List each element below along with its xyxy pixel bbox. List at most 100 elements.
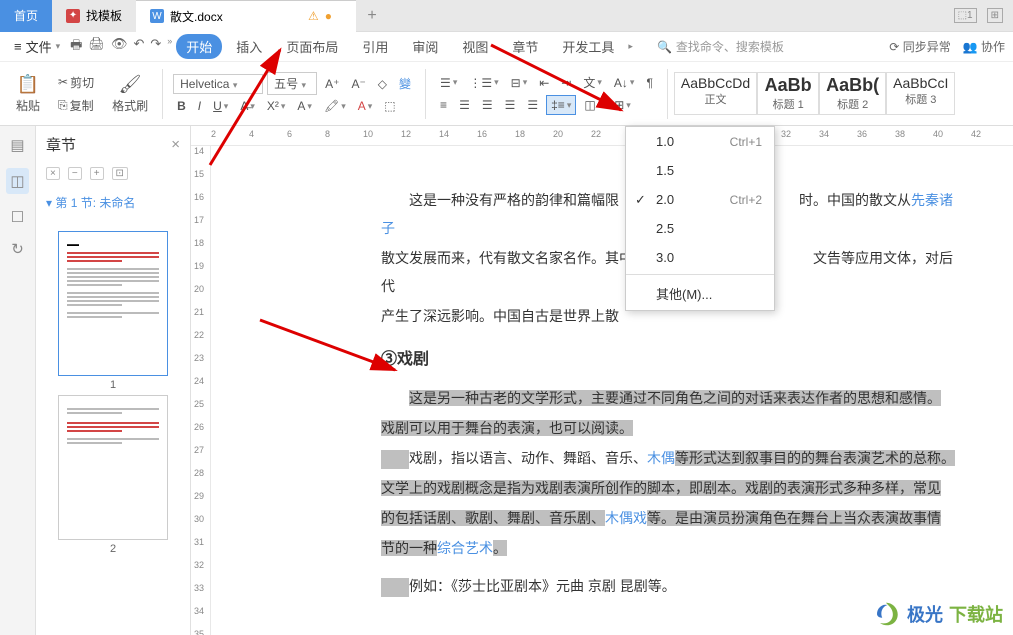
document-area: 24681012141618202224262830323436384042 1… bbox=[191, 126, 1013, 635]
outline-section-1[interactable]: ▾ 第 1 节: 未命名 bbox=[36, 184, 190, 221]
spacing-1-0[interactable]: 1.0Ctrl+1 bbox=[626, 127, 774, 156]
spacing-2-5[interactable]: 2.5 bbox=[626, 214, 774, 243]
phonetic-icon[interactable]: 變 bbox=[395, 73, 415, 94]
link-comprehensive-art[interactable]: 综合艺术 bbox=[437, 540, 493, 556]
undo-icon[interactable]: ↶ bbox=[133, 36, 144, 58]
font-selector[interactable]: Helvetica ▾ bbox=[173, 74, 263, 94]
align-right-icon[interactable]: ☰ bbox=[478, 96, 497, 114]
shading-icon[interactable]: ◫▾ bbox=[580, 96, 606, 114]
bookmark-icon[interactable]: ◫ bbox=[6, 168, 28, 194]
underline-icon[interactable]: U▾ bbox=[209, 97, 232, 115]
clear-format-icon[interactable]: ◇ bbox=[374, 75, 391, 93]
distribute-icon[interactable]: ☰ bbox=[523, 96, 542, 114]
close-icon[interactable]: × bbox=[171, 136, 180, 153]
size-selector[interactable]: 五号 ▾ bbox=[267, 72, 317, 95]
history-icon[interactable]: ↻ bbox=[11, 240, 24, 258]
strikethrough-icon[interactable]: A̶▾ bbox=[236, 97, 259, 115]
collab-button[interactable]: 👥 协作 bbox=[963, 38, 1005, 55]
tab-document[interactable]: W 散文.docx ⚠ ● bbox=[136, 0, 356, 32]
paste-button[interactable]: 📋 粘贴 bbox=[12, 72, 44, 116]
increase-font-icon[interactable]: A⁺ bbox=[321, 75, 343, 93]
multilevel-icon[interactable]: ⊟▾ bbox=[507, 74, 532, 92]
show-marks-icon[interactable]: ¶ bbox=[642, 74, 656, 92]
char-border-icon[interactable]: ⬚ bbox=[380, 97, 399, 115]
text-direction-icon[interactable]: 文▾ bbox=[579, 72, 606, 93]
highlight-icon[interactable]: 🖍▾ bbox=[320, 97, 350, 115]
scissors-icon: ✂ bbox=[58, 75, 68, 89]
italic-icon[interactable]: I bbox=[194, 97, 205, 115]
spacing-2-0[interactable]: 2.0Ctrl+2 bbox=[626, 185, 774, 214]
favorite-icon[interactable]: ☐ bbox=[11, 208, 24, 226]
superscript-icon[interactable]: X²▾ bbox=[263, 97, 290, 115]
watermark: 极光下载站 bbox=[871, 599, 1003, 629]
file-menu[interactable]: ≡ 文件 ▾ bbox=[8, 37, 66, 56]
link-puppet-show[interactable]: 木偶戏 bbox=[605, 510, 647, 526]
save-icon[interactable]: 🖶 bbox=[70, 36, 82, 58]
new-tab-button[interactable]: + bbox=[356, 7, 388, 25]
menu-sections[interactable]: 章节 bbox=[502, 34, 548, 59]
thumb-label-1: 1 bbox=[49, 379, 177, 391]
horizontal-ruler[interactable]: 24681012141618202224262830323436384042 bbox=[191, 126, 1013, 146]
text-effect-icon[interactable]: A▾ bbox=[293, 97, 316, 115]
bullets-icon[interactable]: ☰▾ bbox=[436, 74, 461, 92]
menu-devtools[interactable]: 开发工具 bbox=[552, 34, 624, 59]
settings-icon[interactable]: ⊡ bbox=[112, 167, 128, 180]
window-controls: ⬚1 ⊞ bbox=[954, 8, 1013, 23]
print-icon[interactable]: 🖨 bbox=[88, 36, 105, 58]
font-color-icon[interactable]: A▾ bbox=[354, 97, 377, 115]
vertical-ruler[interactable]: 1415161718192021222324252627282930313233… bbox=[191, 146, 211, 635]
borders-icon[interactable]: ⊞▾ bbox=[610, 96, 635, 114]
outline-tab-icon[interactable]: ▤ bbox=[10, 136, 24, 154]
tab-template[interactable]: ✦ 找模板 bbox=[52, 0, 136, 32]
menu-references[interactable]: 引用 bbox=[352, 34, 398, 59]
copy-button[interactable]: ⎘复制 bbox=[54, 95, 98, 116]
align-center-icon[interactable]: ☰ bbox=[455, 96, 474, 114]
thumbnail-page-1[interactable]: ▬▬ bbox=[58, 231, 168, 376]
template-icon: ✦ bbox=[66, 9, 80, 23]
menu-layout[interactable]: 页面布局 bbox=[276, 34, 348, 59]
thumb-label-2: 2 bbox=[49, 543, 177, 555]
tab-status-icons: ⚠ ● bbox=[308, 9, 342, 23]
add-section-icon[interactable]: + bbox=[90, 167, 104, 180]
sync-status[interactable]: ⟳ 同步异常 bbox=[889, 38, 950, 55]
justify-icon[interactable]: ☰ bbox=[501, 96, 520, 114]
window-layout-icon[interactable]: ⬚1 bbox=[954, 8, 977, 23]
style-heading1[interactable]: AaBb标题 1 bbox=[757, 72, 819, 115]
outline-header: 章节 × bbox=[36, 126, 190, 163]
style-heading2[interactable]: AaBb(标题 2 bbox=[819, 72, 886, 115]
document-content[interactable]: 这是一种没有严格的韵律和篇幅限时。中国的散文从先秦诸子 散文发展而来，代有散文名… bbox=[211, 146, 1013, 635]
menu-bar: ≡ 文件 ▾ 🖶 🖨 👁 ↶ ↷ » 开始 插入 页面布局 引用 审阅 视图 章… bbox=[0, 32, 1013, 62]
sort-icon[interactable]: A↓▾ bbox=[610, 74, 639, 92]
menu-insert[interactable]: 插入 bbox=[226, 34, 272, 59]
ribbon: 📋 粘贴 ✂剪切 ⎘复制 🖌 格式刷 Helvetica ▾ 五号 ▾ A⁺ A… bbox=[0, 62, 1013, 126]
cut-button[interactable]: ✂剪切 bbox=[54, 72, 98, 93]
menu-view[interactable]: 视图 bbox=[452, 34, 498, 59]
menu-review[interactable]: 审阅 bbox=[402, 34, 448, 59]
spacing-other[interactable]: 其他(M)... bbox=[626, 277, 774, 310]
align-left-icon[interactable]: ≡ bbox=[436, 96, 451, 114]
left-rail: ▤ ◫ ☐ ↻ bbox=[0, 126, 36, 635]
format-painter-button[interactable]: 🖌 格式刷 bbox=[108, 72, 152, 116]
copy-icon: ⎘ bbox=[58, 98, 68, 113]
spacing-3-0[interactable]: 3.0 bbox=[626, 243, 774, 272]
numbering-icon[interactable]: ⋮☰▾ bbox=[465, 74, 502, 92]
style-normal[interactable]: AaBbCcDd正文 bbox=[674, 72, 757, 115]
bold-icon[interactable]: B bbox=[173, 97, 190, 115]
window-grid-icon[interactable]: ⊞ bbox=[987, 8, 1003, 23]
link-puppet[interactable]: 木偶 bbox=[647, 450, 675, 466]
expand-icon[interactable]: × bbox=[46, 167, 60, 180]
redo-icon[interactable]: ↷ bbox=[150, 36, 161, 58]
menu-start[interactable]: 开始 bbox=[176, 34, 222, 59]
command-search[interactable]: 🔍 查找命令、搜索模板 bbox=[657, 38, 784, 55]
collapse-icon[interactable]: − bbox=[68, 167, 82, 180]
line-spacing-icon[interactable]: ‡≡▾ bbox=[546, 95, 576, 115]
spacing-1-5[interactable]: 1.5 bbox=[626, 156, 774, 185]
decrease-indent-icon[interactable]: ⇤ bbox=[535, 74, 553, 92]
decrease-font-icon[interactable]: A⁻ bbox=[347, 75, 369, 93]
preview-icon[interactable]: 👁 bbox=[111, 36, 128, 58]
style-heading3[interactable]: AaBbCcI标题 3 bbox=[886, 72, 955, 115]
thumbnail-page-2[interactable] bbox=[58, 395, 168, 540]
tab-home[interactable]: 首页 bbox=[0, 0, 52, 32]
increase-indent-icon[interactable]: ⇥ bbox=[557, 74, 575, 92]
menu-more-icon[interactable]: ▸ bbox=[628, 41, 633, 52]
